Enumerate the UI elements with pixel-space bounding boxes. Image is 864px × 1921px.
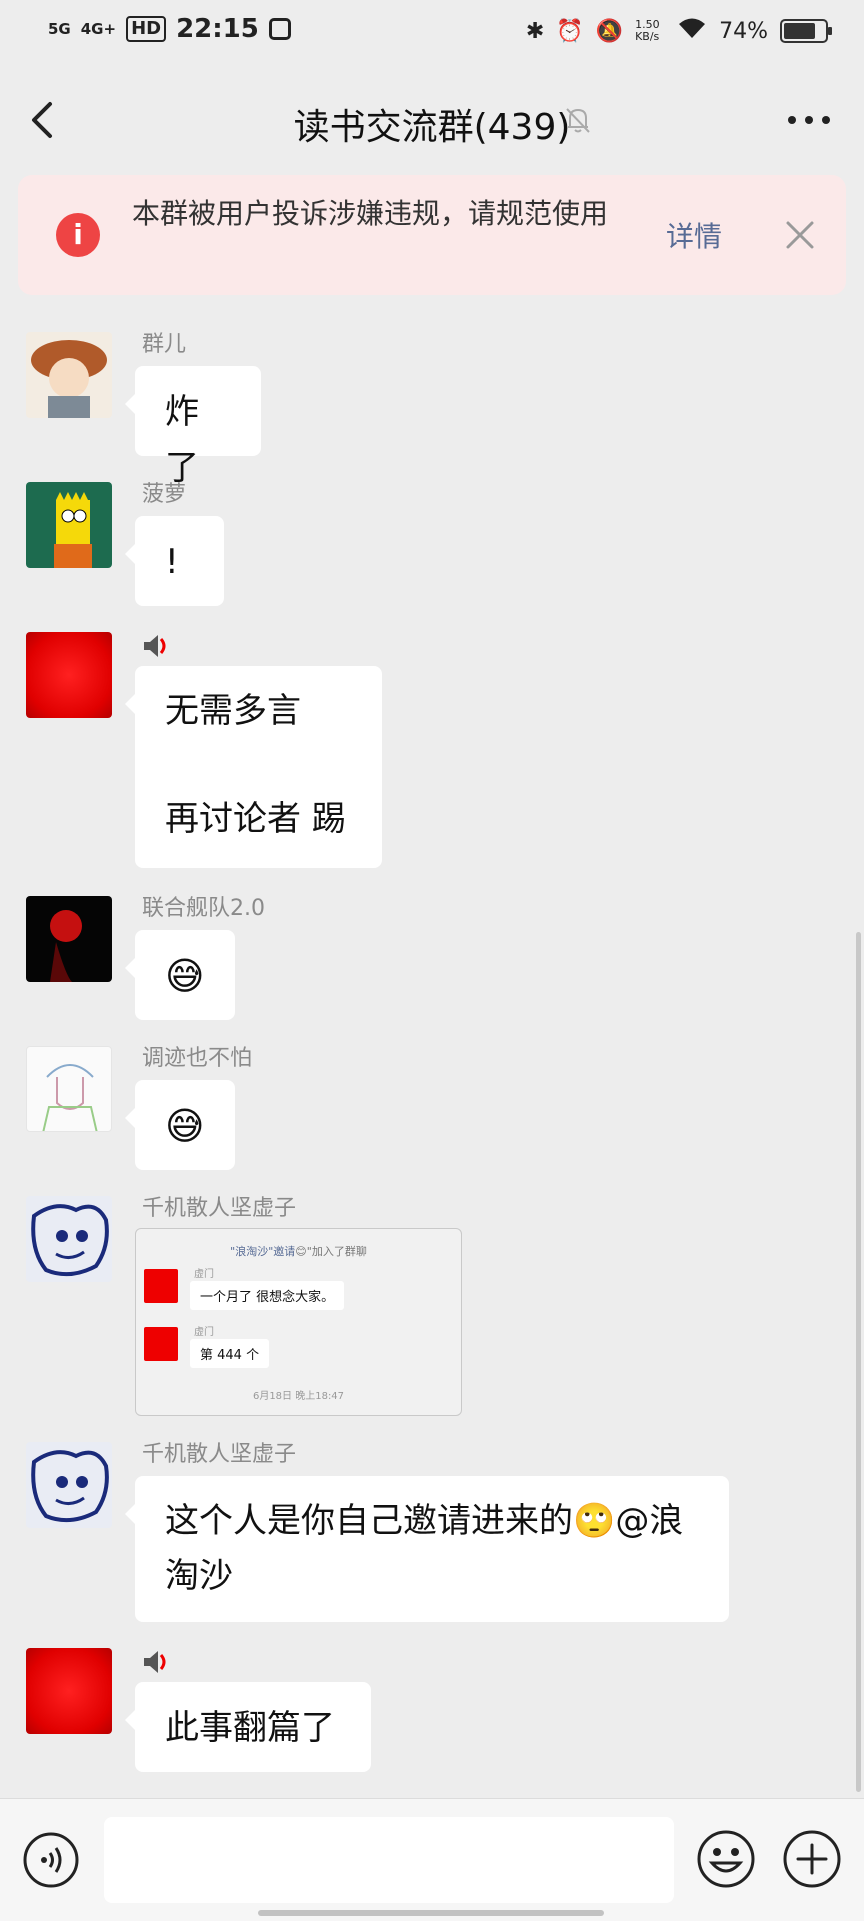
notice-text: 本群被用户投诉涉嫌违规，请规范使用 — [132, 197, 609, 230]
sender-name: 千机散人坚虚子 — [142, 1442, 297, 1467]
clock: 22:15 — [176, 14, 259, 44]
message-text: 此事翻篇了 — [165, 1708, 335, 1748]
sender-name: 调迹也不怕 — [142, 1046, 253, 1071]
status-left: 5G 4G+ HD 22:15 — [48, 14, 291, 44]
bart-avatar-icon — [54, 492, 92, 568]
avatar[interactable] — [26, 632, 112, 718]
message-bubble[interactable]: 😅 — [125, 930, 235, 1020]
message-input[interactable] — [104, 1817, 674, 1903]
sketch-avatar-icon — [42, 1064, 98, 1131]
more-functions-button[interactable] — [782, 1829, 842, 1889]
sender-name: 菠萝 — [142, 482, 187, 507]
girl-avatar-icon — [31, 340, 107, 418]
avatar[interactable] — [26, 896, 112, 982]
signal-5g-icon: 5G — [48, 20, 71, 38]
speaker-icon — [140, 1646, 172, 1678]
message-bubble[interactable]: 这个人是你自己邀请进来的🙄@浪淘沙 — [125, 1476, 729, 1622]
message-bubble[interactable]: ! — [125, 516, 224, 606]
mini-avatar — [144, 1269, 178, 1303]
more-dots-icon — [788, 116, 830, 124]
avatar[interactable] — [26, 1196, 112, 1282]
violation-notice: i 本群被用户投诉涉嫌违规，请规范使用 详情 — [18, 175, 846, 295]
battery-icon — [780, 19, 832, 43]
mini-timestamp: 6月18日 晚上18:47 — [252, 1391, 345, 1402]
status-right: ✱ ⏰ 🔕 1.50 KB/s 74% — [525, 16, 832, 46]
scrollbar[interactable] — [856, 932, 861, 1792]
sender-name: 群儿 — [142, 332, 187, 357]
more-button[interactable] — [784, 100, 834, 140]
message-bubble[interactable]: 无需多言 再讨论者 踢 — [125, 666, 382, 868]
signal-4g-icon: 4G+ — [80, 20, 117, 38]
message-text: 炸了 — [165, 392, 199, 488]
battery-percent: 74% — [719, 18, 768, 44]
mini-avatar — [144, 1327, 178, 1361]
mini-bubble: 第 444 个 — [190, 1339, 270, 1368]
message-bubble[interactable]: 此事翻篇了 — [125, 1682, 371, 1772]
image-message[interactable]: "浪淘沙"邀请😊"加入了群聊 虚门 一个月了 很想念大家。 虚门 第 444 个… — [135, 1228, 462, 1416]
voice-icon — [23, 1832, 79, 1888]
avatar[interactable] — [26, 1442, 112, 1528]
dark-figure-avatar-icon — [50, 910, 82, 982]
avatar[interactable] — [26, 1648, 112, 1734]
message-line: 无需多言 — [165, 691, 301, 731]
avatar[interactable] — [26, 482, 112, 568]
hd-icon: HD — [126, 16, 167, 42]
sweat-smile-emoji: 😅 — [165, 1104, 205, 1148]
group-title: 读书交流群(439) — [293, 107, 571, 148]
message-bubble[interactable]: 炸了 — [125, 366, 261, 488]
emoji-button[interactable] — [696, 1829, 756, 1889]
input-bar — [0, 1798, 864, 1921]
mute-status-icon: 🔕 — [595, 18, 624, 44]
net-speed: 1.50 KB/s — [635, 18, 660, 43]
message-text: 这个人是你自己邀请进来的🙄@浪淘沙 — [165, 1501, 684, 1596]
mini-bubble: 一个月了 很想念大家。 — [190, 1281, 345, 1310]
mini-sender: 虚门 — [194, 1327, 214, 1338]
avatar[interactable] — [26, 332, 112, 418]
voice-button[interactable] — [22, 1831, 80, 1889]
ink-drawing-avatar-icon — [31, 1450, 109, 1523]
status-bar: 5G 4G+ HD 22:15 ✱ ⏰ 🔕 1.50 KB/s 74% — [0, 0, 864, 70]
plus-icon — [783, 1830, 841, 1888]
info-icon: i — [56, 213, 100, 257]
notice-close-button[interactable] — [780, 215, 820, 255]
smiley-icon — [697, 1830, 755, 1888]
join-text: 加入了群聊 — [311, 1245, 367, 1258]
home-indicator[interactable] — [258, 1910, 604, 1916]
wifi-icon — [677, 16, 707, 46]
mini-sender: 虚门 — [194, 1269, 214, 1280]
message-text: ! — [165, 542, 179, 582]
message-line: 再讨论者 踢 — [165, 799, 346, 839]
notice-detail-link[interactable]: 详情 — [666, 215, 722, 255]
ink-drawing-avatar-icon — [31, 1204, 109, 1277]
sender-name: 联合舰队2.0 — [142, 896, 265, 921]
inviter-text: "浪淘沙"邀请 — [230, 1245, 296, 1258]
mute-bell-icon — [562, 104, 594, 136]
message-bubble[interactable]: 😅 — [125, 1080, 235, 1170]
chat-header: 读书交流群(439) — [0, 70, 864, 170]
avatar[interactable] — [26, 1046, 112, 1132]
bluetooth-icon: ✱ — [525, 18, 545, 44]
speaker-icon — [140, 630, 172, 662]
notification-icon — [268, 18, 291, 40]
close-icon — [786, 221, 814, 249]
system-join-notice: "浪淘沙"邀请😊"加入了群聊 — [230, 1245, 367, 1258]
alarm-icon: ⏰ — [556, 18, 584, 44]
sweat-smile-emoji: 😅 — [165, 954, 205, 998]
sender-name: 千机散人坚虚子 — [142, 1196, 297, 1221]
